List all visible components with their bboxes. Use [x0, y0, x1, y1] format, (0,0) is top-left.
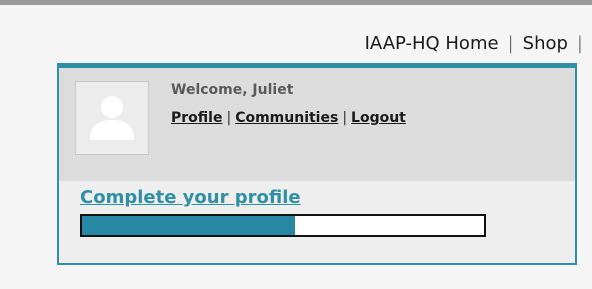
- profile-progress-bar: [80, 214, 486, 237]
- user-links: Profile | Communities | Logout: [171, 110, 406, 126]
- logout-link[interactable]: Logout: [351, 110, 406, 126]
- user-info-panel: Welcome, Juliet Profile | Communities | Logo…: [59, 68, 575, 181]
- link-separator: |: [342, 110, 348, 126]
- nav-link-shop[interactable]: Shop: [523, 33, 568, 54]
- profile-link[interactable]: Profile: [171, 110, 222, 126]
- communities-link[interactable]: Communities: [235, 110, 338, 126]
- link-separator: |: [226, 110, 232, 126]
- top-nav: IAAP-HQ Home | Shop |: [365, 33, 592, 54]
- nav-separator: |: [507, 33, 514, 54]
- user-silhouette-icon: [90, 96, 134, 140]
- top-divider: [0, 0, 592, 5]
- avatar[interactable]: [75, 81, 149, 155]
- member-widget: Welcome, Juliet Profile | Communities | Logo…: [57, 63, 577, 265]
- nav-separator: |: [576, 33, 583, 54]
- welcome-message: Welcome, Juliet: [171, 82, 294, 98]
- profile-progress-fill: [82, 216, 296, 235]
- complete-profile-link[interactable]: Complete your profile: [80, 187, 301, 208]
- nav-link-iaap-hq-home[interactable]: IAAP-HQ Home: [365, 33, 499, 54]
